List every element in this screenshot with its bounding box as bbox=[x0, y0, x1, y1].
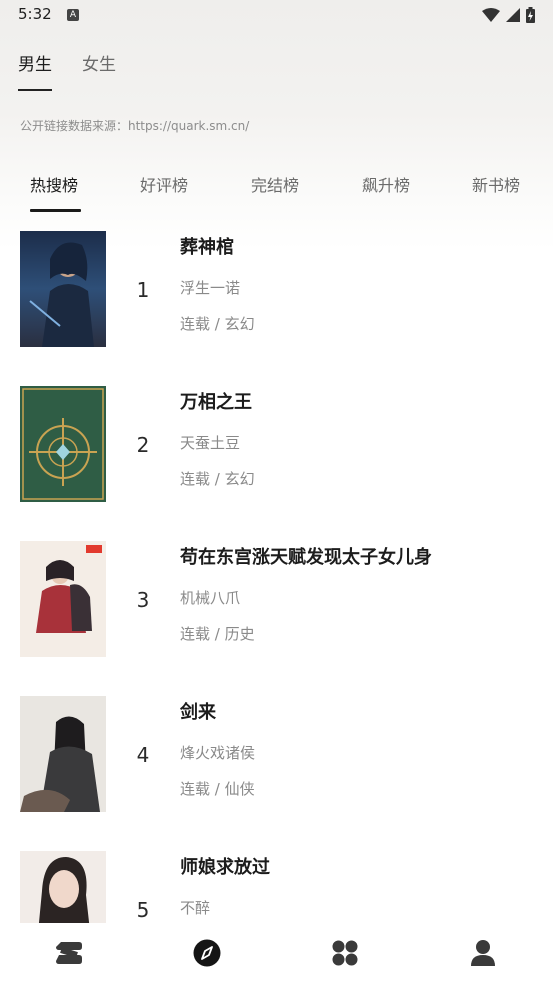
status-icons bbox=[482, 7, 535, 23]
tab-hot-search[interactable]: 热搜榜 bbox=[30, 172, 78, 196]
book-cover[interactable] bbox=[20, 386, 106, 502]
profile-icon[interactable] bbox=[468, 938, 498, 968]
book-author: 不醉 bbox=[180, 899, 211, 917]
rank-number: 1 bbox=[136, 278, 150, 302]
category-icon[interactable] bbox=[330, 938, 360, 968]
tab-completed[interactable]: 完结榜 bbox=[251, 172, 299, 196]
book-title[interactable]: 苟在东宫涨天赋发现太子女儿身 bbox=[180, 543, 432, 569]
gender-tabs: 男生 女生 bbox=[18, 50, 116, 91]
source-text: 公开链接数据来源：https://quark.sm.cn/ bbox=[20, 119, 250, 133]
notification-badge-icon: A bbox=[67, 9, 79, 21]
book-author: 天蚕土豆 bbox=[180, 434, 241, 452]
rank-number: 5 bbox=[136, 898, 150, 922]
compass-icon[interactable] bbox=[192, 938, 222, 968]
book-title[interactable]: 葬神棺 bbox=[180, 233, 234, 259]
list-item[interactable]: 3 苟在东宫涨天赋发现太子女儿身 机械八爪 连载 / 历史 bbox=[0, 541, 553, 671]
bookshelf-icon[interactable] bbox=[54, 938, 84, 968]
book-title[interactable]: 师娘求放过 bbox=[180, 853, 270, 879]
tab-top-rated[interactable]: 好评榜 bbox=[140, 172, 188, 196]
book-cover[interactable] bbox=[20, 541, 106, 657]
rank-number: 4 bbox=[136, 743, 150, 767]
book-title[interactable]: 剑来 bbox=[180, 698, 216, 724]
book-title[interactable]: 万相之王 bbox=[180, 388, 252, 414]
book-cover[interactable] bbox=[20, 851, 106, 923]
book-meta: 连载 / 仙侠 bbox=[180, 780, 255, 798]
book-list: 1 葬神棺 浮生一诺 连载 / 玄幻 2 万相之王 天蚕土豆 连载 / 玄幻 3… bbox=[0, 231, 553, 923]
book-meta: 连载 / 玄幻 bbox=[180, 470, 255, 488]
list-item[interactable]: 1 葬神棺 浮生一诺 连载 / 玄幻 bbox=[0, 231, 553, 361]
list-item[interactable]: 4 剑来 烽火戏诸侯 连载 / 仙侠 bbox=[0, 696, 553, 826]
book-author: 机械八爪 bbox=[180, 589, 241, 607]
rank-number: 3 bbox=[136, 588, 150, 612]
bottom-nav bbox=[0, 923, 553, 984]
signal-icon bbox=[506, 8, 520, 22]
tab-male[interactable]: 男生 bbox=[18, 50, 52, 91]
battery-icon bbox=[526, 7, 535, 23]
book-author: 烽火戏诸侯 bbox=[180, 744, 256, 762]
status-bar: 5:32 A bbox=[0, 0, 553, 32]
wifi-icon bbox=[482, 8, 500, 22]
rank-number: 2 bbox=[136, 433, 150, 457]
ranking-tabs: 热搜榜 好评榜 完结榜 飙升榜 新书榜 bbox=[0, 166, 553, 216]
tab-new-books[interactable]: 新书榜 bbox=[472, 172, 520, 196]
tab-female[interactable]: 女生 bbox=[82, 50, 116, 87]
status-time: 5:32 bbox=[18, 5, 52, 23]
book-meta: 连载 / 玄幻 bbox=[180, 315, 255, 333]
book-cover[interactable] bbox=[20, 231, 106, 347]
tab-rising[interactable]: 飙升榜 bbox=[362, 172, 410, 196]
list-item[interactable]: 2 万相之王 天蚕土豆 连载 / 玄幻 bbox=[0, 386, 553, 516]
book-author: 浮生一诺 bbox=[180, 279, 241, 297]
book-meta: 连载 / 历史 bbox=[180, 625, 255, 643]
list-item[interactable]: 5 师娘求放过 不醉 bbox=[0, 851, 553, 923]
book-cover[interactable] bbox=[20, 696, 106, 812]
active-tab-indicator bbox=[30, 209, 81, 212]
